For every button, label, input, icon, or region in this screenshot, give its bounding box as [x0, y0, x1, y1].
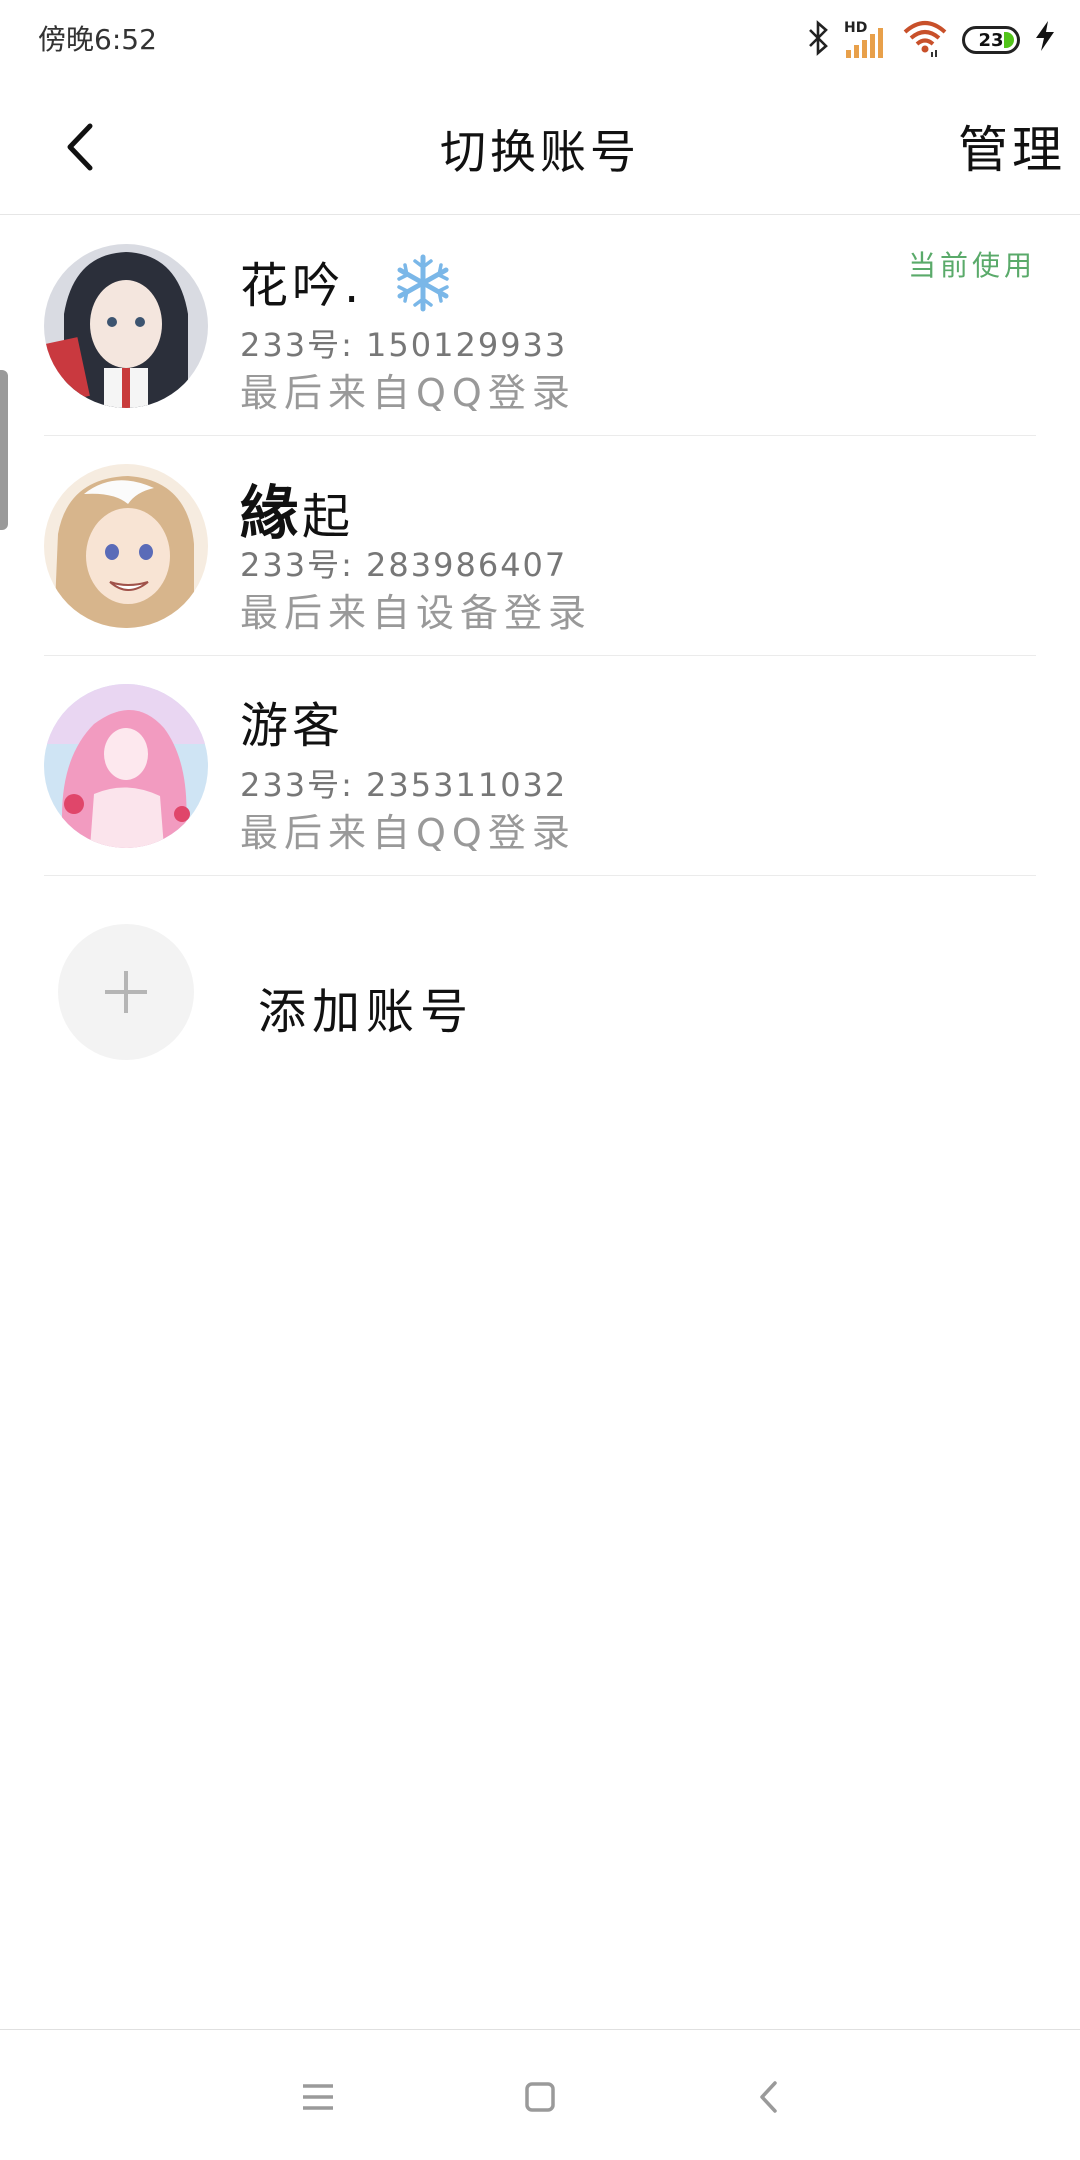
account-name-rest: 起 [302, 489, 355, 545]
menu-icon[interactable] [283, 2062, 353, 2132]
snowflake-icon [393, 253, 453, 325]
battery-indicator: 23 [962, 26, 1020, 54]
signal-icon: HD [844, 20, 888, 60]
account-login-source: 最后来自设备登录 [240, 591, 593, 635]
status-bar: 傍晚6:52 HD 23 [0, 0, 1080, 80]
header-bar: 切换账号 管理 [0, 80, 1080, 215]
account-id: 233号: 235311032 [240, 766, 568, 804]
avatar [44, 244, 208, 408]
battery-level: 23 [978, 29, 1004, 51]
account-name: 花吟. [240, 246, 453, 325]
wifi-icon [902, 18, 948, 62]
status-time: 傍晚6:52 [38, 23, 157, 56]
avatar [44, 684, 208, 848]
account-list: 花吟. 233号: 150129933 最后来自QQ登录 当前使用 緣起 233… [0, 216, 1080, 876]
battery-fill [1004, 32, 1014, 48]
page-title: 切换账号 [440, 125, 640, 179]
account-name-bold: 緣 [240, 479, 303, 547]
home-icon[interactable] [505, 2062, 575, 2132]
account-id: 233号: 283986407 [240, 546, 568, 584]
bluetooth-icon [806, 20, 830, 60]
account-id: 233号: 150129933 [240, 326, 568, 364]
add-account-label[interactable]: 添加账号 [258, 972, 474, 1042]
account-name: 緣起 [240, 466, 354, 550]
charging-icon [1034, 20, 1056, 60]
account-login-source: 最后来自QQ登录 [240, 811, 576, 855]
add-account-button[interactable] [58, 924, 194, 1060]
plus-icon [105, 971, 147, 1013]
system-nav-bar [0, 2029, 1080, 2160]
account-login-source: 最后来自QQ登录 [240, 371, 576, 415]
manage-button[interactable]: 管理 [958, 110, 1066, 182]
status-icons: HD 23 [806, 12, 1056, 68]
account-name: 游客 [240, 698, 345, 754]
add-account-row[interactable]: 添加账号 [0, 916, 1080, 1066]
account-name-text: 花吟. [240, 258, 364, 314]
avatar [44, 464, 208, 628]
back-nav-icon[interactable] [733, 2062, 803, 2132]
divider [44, 875, 1036, 876]
account-row[interactable]: 游客 233号: 235311032 最后来自QQ登录 [0, 656, 1080, 876]
current-account-badge: 当前使用 [907, 249, 1036, 282]
account-row[interactable]: 緣起 233号: 283986407 最后来自设备登录 [0, 436, 1080, 656]
account-row[interactable]: 花吟. 233号: 150129933 最后来自QQ登录 当前使用 [0, 216, 1080, 436]
